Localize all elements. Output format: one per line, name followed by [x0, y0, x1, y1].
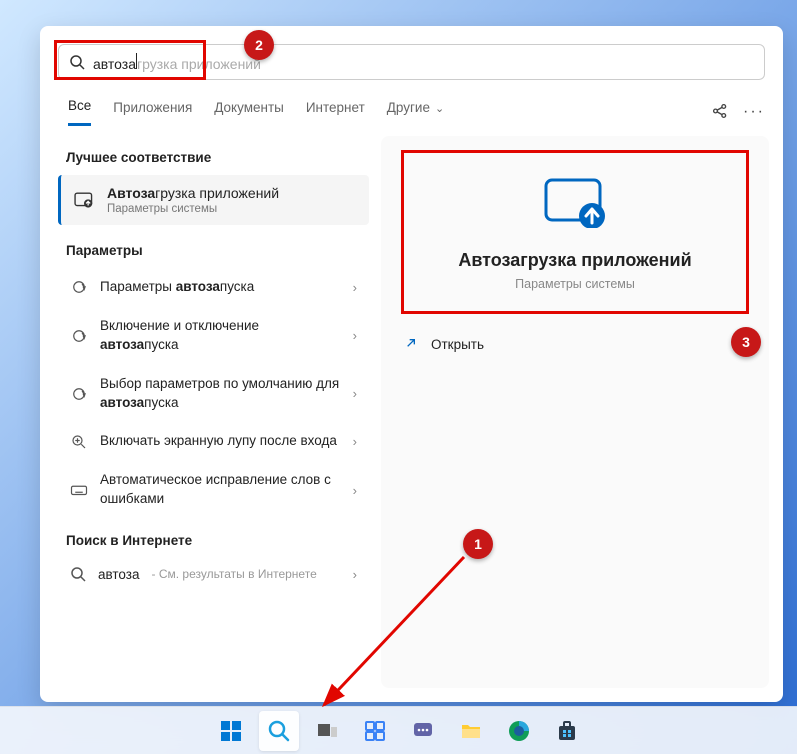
search-bar-area: автозагрузка приложений [40, 26, 783, 80]
search-panel: автозагрузка приложений 2 Все Приложения… [40, 26, 783, 702]
tab-apps[interactable]: Приложения [113, 100, 192, 125]
magnify-plus-icon [70, 433, 88, 451]
chevron-right-icon: › [353, 567, 357, 582]
param-item-0[interactable]: Параметры автозапуска › [58, 268, 369, 307]
taskbar-explorer[interactable] [451, 711, 491, 751]
taskbar-search[interactable] [259, 711, 299, 751]
gear-icon [70, 278, 88, 296]
param-item-1[interactable]: Включение и отключение автозапуска › [58, 307, 369, 365]
results-left: Лучшее соответствие Автозагрузка приложе… [58, 136, 369, 688]
tab-more[interactable]: Другие ⌄ [387, 100, 445, 125]
startup-app-icon-large [542, 176, 608, 228]
best-match-item[interactable]: Автозагрузка приложений Параметры систем… [58, 175, 369, 225]
best-match-title: Автозагрузка приложений [107, 185, 279, 201]
taskbar-widgets[interactable] [355, 711, 395, 751]
param-item-3[interactable]: Включать экранную лупу после входа › [58, 422, 369, 461]
taskbar-store[interactable] [547, 711, 587, 751]
param-item-2[interactable]: Выбор параметров по умолчанию для автоза… [58, 365, 369, 423]
keyboard-icon [70, 481, 88, 499]
open-external-icon [403, 335, 419, 354]
search-icon [69, 54, 85, 70]
chevron-right-icon: › [353, 328, 357, 343]
search-typed-text: автоза [93, 56, 136, 72]
search-ghost-text: грузка приложений [137, 56, 261, 72]
search-icon [70, 566, 86, 582]
startup-app-icon [73, 189, 95, 211]
best-match-header: Лучшее соответствие [58, 136, 369, 175]
chevron-right-icon: › [353, 434, 357, 449]
filter-tabs: Все Приложения Документы Интернет Другие… [40, 80, 783, 126]
taskbar-start[interactable] [211, 711, 251, 751]
taskbar-taskview[interactable] [307, 711, 347, 751]
more-icon[interactable]: ··· [743, 103, 765, 121]
preview-hero: Автозагрузка приложений Параметры систем… [381, 136, 769, 321]
preview-title: Автозагрузка приложений [458, 250, 691, 271]
chevron-right-icon: › [353, 280, 357, 295]
annotation-badge-3: 3 [731, 327, 761, 357]
taskbar-edge[interactable] [499, 711, 539, 751]
web-search-item[interactable]: автоза - См. результаты в Интернете › [58, 558, 369, 590]
preview-card: Автозагрузка приложений Параметры систем… [381, 136, 769, 688]
chevron-right-icon: › [353, 386, 357, 401]
search-bar[interactable]: автозагрузка приложений [58, 44, 765, 80]
annotation-badge-2: 2 [244, 30, 274, 60]
taskbar-chat[interactable] [403, 711, 443, 751]
chevron-down-icon: ⌄ [432, 103, 444, 115]
search-input[interactable]: автозагрузка приложений [93, 53, 754, 72]
open-action[interactable]: Открыть [381, 321, 769, 368]
params-header: Параметры [58, 229, 369, 268]
results-right: Автозагрузка приложений Параметры систем… [381, 136, 769, 688]
gear-icon [70, 385, 88, 403]
tab-internet[interactable]: Интернет [306, 100, 365, 125]
chevron-right-icon: › [353, 483, 357, 498]
web-header: Поиск в Интернете [58, 519, 369, 558]
taskbar [0, 706, 797, 754]
preview-subtitle: Параметры системы [515, 277, 635, 291]
tab-documents[interactable]: Документы [214, 100, 284, 125]
annotation-badge-1: 1 [463, 529, 493, 559]
best-match-subtitle: Параметры системы [107, 203, 279, 215]
share-icon[interactable] [711, 102, 729, 123]
tab-all[interactable]: Все [68, 98, 91, 126]
gear-icon [70, 327, 88, 345]
param-item-4[interactable]: Автоматическое исправление слов с ошибка… [58, 461, 369, 519]
results-body: Лучшее соответствие Автозагрузка приложе… [40, 126, 783, 702]
